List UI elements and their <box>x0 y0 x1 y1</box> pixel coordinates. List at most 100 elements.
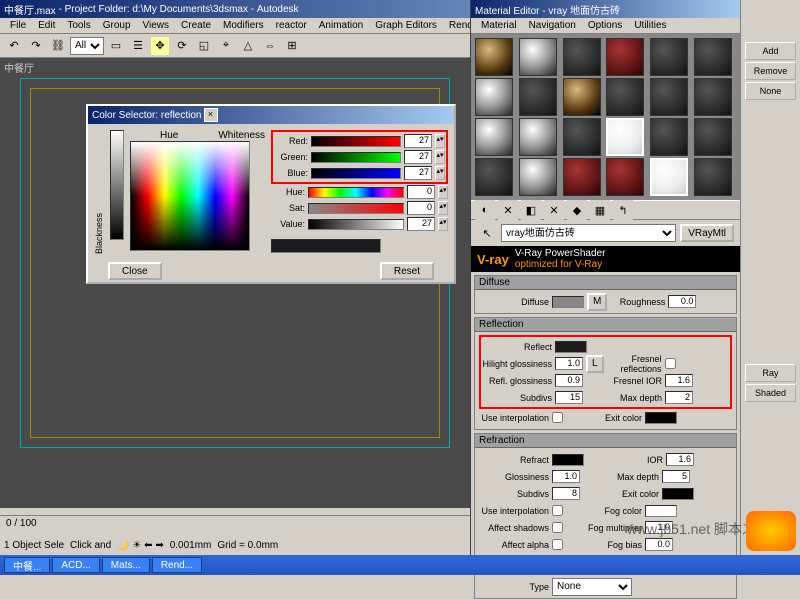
material-slot[interactable] <box>606 158 644 196</box>
material-slot[interactable] <box>519 118 557 156</box>
green-spinner[interactable]: ▴▾ <box>435 150 445 164</box>
link-button[interactable]: ⛓ <box>48 36 68 56</box>
material-slot[interactable] <box>519 158 557 196</box>
go-parent-button[interactable]: ↰ <box>613 200 633 220</box>
reflect-exit-swatch[interactable] <box>645 412 677 424</box>
menu-modifiers[interactable]: Modifiers <box>217 18 270 33</box>
material-slot[interactable] <box>650 158 688 196</box>
material-slot[interactable] <box>563 38 601 76</box>
redo-button[interactable]: ↷ <box>26 36 46 56</box>
material-slot[interactable] <box>563 118 601 156</box>
pick-material-button[interactable]: ↖ <box>477 223 497 243</box>
material-slot[interactable] <box>606 78 644 116</box>
ior-value[interactable]: 1.6 <box>666 453 694 466</box>
menu-animation[interactable]: Animation <box>313 18 369 33</box>
material-slot[interactable] <box>694 38 732 76</box>
fresnel-checkbox[interactable] <box>665 358 676 369</box>
menu-grapheditors[interactable]: Graph Editors <box>369 18 443 33</box>
red-slider[interactable] <box>311 136 401 147</box>
blue-spinner[interactable]: ▴▾ <box>435 166 445 180</box>
hue-value[interactable]: 0 <box>407 185 435 199</box>
material-slot[interactable] <box>475 78 513 116</box>
material-slot[interactable] <box>519 38 557 76</box>
show-map-button[interactable]: ▦ <box>590 200 610 220</box>
mirror-button[interactable]: ⇔ <box>260 36 280 56</box>
sat-slider[interactable] <box>308 203 404 214</box>
affect-alpha-checkbox[interactable] <box>552 539 563 550</box>
selection-filter[interactable]: All <box>70 37 104 55</box>
material-slot[interactable] <box>519 78 557 116</box>
refract-swatch[interactable] <box>552 454 584 466</box>
value-value[interactable]: 27 <box>407 217 435 231</box>
hue-whiteness-picker[interactable] <box>130 141 250 251</box>
taskbar-item[interactable]: Rend... <box>152 557 202 573</box>
reflect-maxdepth-value[interactable]: 2 <box>665 391 693 404</box>
material-name-field[interactable]: vray地面仿古砖 <box>501 224 676 242</box>
fog-bias-value[interactable]: 0.0 <box>645 538 673 551</box>
fresnel-ior-value[interactable]: 1.6 <box>665 374 693 387</box>
rotate-button[interactable]: ⟳ <box>172 36 192 56</box>
material-slot[interactable] <box>475 118 513 156</box>
material-slot[interactable] <box>650 118 688 156</box>
material-slot[interactable] <box>694 78 732 116</box>
red-value[interactable]: 27 <box>404 134 432 148</box>
taskbar-item[interactable]: 中餐... <box>4 557 50 573</box>
blue-slider[interactable] <box>311 168 401 179</box>
remove-button[interactable]: Remove <box>745 62 796 80</box>
material-type-button[interactable]: VRayMtl <box>680 224 734 242</box>
add-button[interactable]: Add <box>745 42 796 60</box>
menu-views[interactable]: Views <box>137 18 176 33</box>
roughness-value[interactable]: 0.0 <box>668 295 696 308</box>
blackness-slider[interactable] <box>110 130 124 240</box>
material-slot[interactable] <box>650 78 688 116</box>
diffuse-map-button[interactable]: M <box>587 293 607 311</box>
menu-file[interactable]: File <box>4 18 32 33</box>
hgloss-lock-button[interactable]: L <box>586 355 604 373</box>
affect-shadows-checkbox[interactable] <box>552 522 563 533</box>
menu-edit[interactable]: Edit <box>32 18 61 33</box>
get-material-button[interactable]: ◐ <box>475 200 495 220</box>
material-slot[interactable] <box>475 38 513 76</box>
select-button[interactable]: ▭ <box>106 36 126 56</box>
menu-reactor[interactable]: reactor <box>270 18 313 33</box>
reflect-swatch[interactable] <box>555 341 587 353</box>
menu-options[interactable]: Options <box>582 18 628 33</box>
diffuse-swatch[interactable] <box>552 296 584 308</box>
reflect-interp-checkbox[interactable] <box>552 412 563 423</box>
select-name-button[interactable]: ☰ <box>128 36 148 56</box>
none-button[interactable]: None <box>745 82 796 100</box>
hue-slider[interactable] <box>308 187 404 198</box>
material-slot[interactable] <box>563 158 601 196</box>
make-unique-button[interactable]: ◆ <box>567 200 587 220</box>
material-slot[interactable] <box>563 78 601 116</box>
time-slider[interactable]: 0 / 100 <box>0 515 470 535</box>
hilight-gloss-value[interactable]: 1.0 <box>555 357 583 370</box>
reset-button[interactable]: Reset <box>380 262 434 280</box>
material-slot[interactable] <box>606 118 644 156</box>
material-slot[interactable] <box>475 158 513 196</box>
refl-gloss-value[interactable]: 0.9 <box>555 374 583 387</box>
refract-interp-checkbox[interactable] <box>552 505 563 516</box>
green-value[interactable]: 27 <box>404 150 432 164</box>
trans-type-select[interactable]: None <box>552 578 632 596</box>
material-slot[interactable] <box>606 38 644 76</box>
taskbar-item[interactable]: Mats... <box>102 557 150 573</box>
red-spinner[interactable]: ▴▾ <box>435 134 445 148</box>
menu-navigation[interactable]: Navigation <box>523 18 582 33</box>
close-icon[interactable]: × <box>204 108 218 122</box>
value-slider[interactable] <box>308 219 404 230</box>
menu-utilities[interactable]: Utilities <box>628 18 672 33</box>
green-slider[interactable] <box>311 152 401 163</box>
blue-value[interactable]: 27 <box>404 166 432 180</box>
scale-button[interactable]: ◱ <box>194 36 214 56</box>
refract-exit-swatch[interactable] <box>662 488 694 500</box>
assign-material-button[interactable]: ◧ <box>521 200 541 220</box>
menu-material[interactable]: Material <box>475 18 523 33</box>
taskbar-item[interactable]: ACD... <box>52 557 99 573</box>
reflect-subdivs-value[interactable]: 15 <box>555 391 583 404</box>
close-button[interactable]: Close <box>108 262 162 280</box>
refract-gloss-value[interactable]: 1.0 <box>552 470 580 483</box>
material-slot[interactable] <box>694 118 732 156</box>
menu-create[interactable]: Create <box>175 18 217 33</box>
fog-color-swatch[interactable] <box>645 505 677 517</box>
